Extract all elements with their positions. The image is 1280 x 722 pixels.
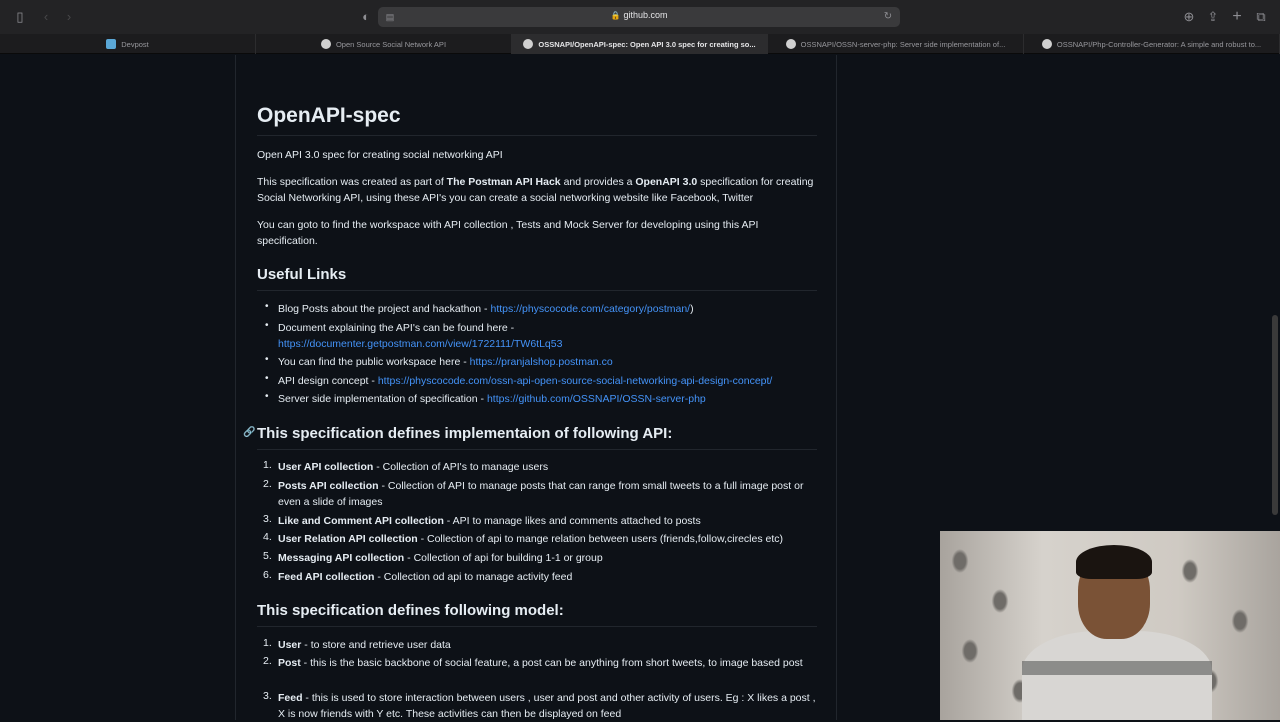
tab-overview-icon[interactable]: ⧉ [1253, 9, 1269, 25]
list-item: Document explaining the API's can be fou… [278, 322, 563, 350]
new-tab-icon[interactable]: + [1229, 9, 1245, 25]
documenter-link[interactable]: https://documenter.getpostman.com/view/1… [278, 338, 562, 350]
tab-bar: Devpost Open Source Social Network API O… [0, 34, 1280, 54]
list-item: Server side implementation of specificat… [278, 393, 706, 405]
list-item: User Relation API collection - Collectio… [278, 533, 783, 545]
useful-links-heading: Useful Links [257, 266, 347, 283]
server-repo-link[interactable]: https://github.com/OSSNAPI/OSSN-server-p… [487, 393, 706, 405]
privacy-shield-icon[interactable]: ◐ [358, 9, 374, 25]
workspace-link[interactable]: https://pranjalshop.postman.co [470, 356, 613, 368]
tab-devpost[interactable]: Devpost [0, 34, 256, 54]
browser-toolbar: ▯ ‹ › ◐ ▤ 🔒 github.com ↻ ⊕ ⇪ + ⧉ [0, 0, 1280, 34]
share-icon[interactable]: ⇪ [1205, 9, 1221, 25]
list-item: Feed API collection - Collection od api … [278, 571, 573, 583]
list-item: API design concept - https://physcocode.… [278, 375, 773, 387]
divider [257, 626, 817, 627]
url-text: github.com [623, 10, 668, 20]
list-item: Messaging API collection - Collection of… [278, 552, 603, 564]
presenter-body [1022, 631, 1212, 720]
address-bar[interactable]: ▤ 🔒 github.com ↻ [378, 7, 900, 27]
forward-icon[interactable]: › [61, 9, 77, 25]
list-item: User API collection - Collection of API'… [278, 461, 549, 473]
github-icon [320, 39, 331, 49]
design-concept-link[interactable]: https://physcocode.com/ossn-api-open-sou… [378, 375, 773, 387]
back-icon[interactable]: ‹ [38, 9, 54, 25]
page-scrollbar[interactable] [1272, 315, 1278, 515]
reload-icon[interactable]: ↻ [880, 9, 896, 25]
link-icon[interactable]: 🔗 [243, 427, 255, 438]
implementation-heading: This specification defines implementaion… [257, 425, 673, 442]
downloads-icon[interactable]: ⊕ [1181, 9, 1197, 25]
readme-title: OpenAPI-spec [257, 104, 401, 127]
list-item: Like and Comment API collection - API to… [278, 515, 701, 527]
devpost-icon [106, 39, 117, 49]
sidebar-toggle-icon[interactable]: ▯ [12, 9, 28, 25]
list-item: Posts API collection - Collection of API… [278, 480, 804, 508]
divider [257, 290, 817, 291]
workspace-paragraph: You can goto to find the workspace with … [257, 219, 759, 247]
list-item: User - to store and retrieve user data [278, 639, 451, 651]
lock-icon: 🔒 [610, 11, 621, 20]
webcam-overlay [940, 531, 1280, 720]
divider [257, 135, 817, 136]
model-heading: This specification defines following mod… [257, 602, 564, 619]
list-item: You can find the public workspace here -… [278, 356, 613, 368]
tab-openapi-spec[interactable]: OSSNAPI/OpenAPI-spec: Open API 3.0 spec … [512, 34, 768, 54]
divider [257, 449, 817, 450]
github-icon [523, 39, 534, 49]
readme-panel: OpenAPI-spec Open API 3.0 spec for creat… [235, 55, 837, 720]
tab-ossn-server-php[interactable]: OSSNAPI/OSSN-server-php: Server side imp… [768, 34, 1024, 54]
tab-php-controller-generator[interactable]: OSSNAPI/Php-Controller-Generator: A simp… [1024, 34, 1280, 54]
intro-text: Open API 3.0 spec for creating social ne… [257, 149, 503, 161]
presenter-hair [1076, 545, 1152, 579]
github-icon [785, 39, 796, 49]
description-paragraph: This specification was created as part o… [257, 176, 814, 204]
list-item: Blog Posts about the project and hackath… [278, 303, 694, 315]
list-item: Post - this is the basic backbone of soc… [278, 657, 803, 669]
github-icon [1041, 39, 1052, 49]
blog-link[interactable]: https://physcocode.com/category/postman/ [490, 303, 690, 315]
tab-open-source-social-network-api[interactable]: Open Source Social Network API [256, 34, 512, 54]
list-item: Feed - this is used to store interaction… [278, 692, 816, 720]
